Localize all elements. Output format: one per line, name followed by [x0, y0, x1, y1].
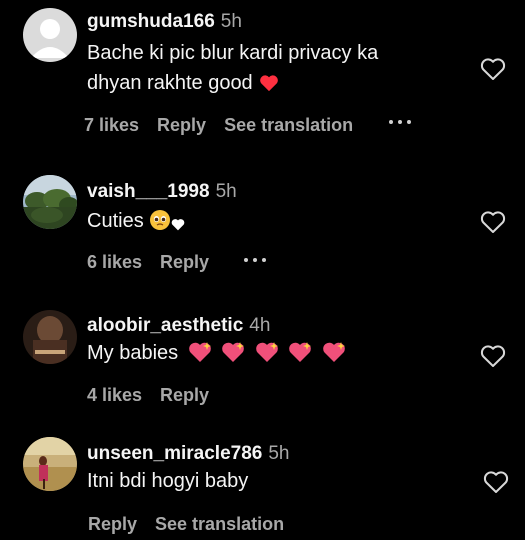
comment-header: vaish___1998 5h	[87, 181, 237, 203]
sparkling-heart-emoji	[288, 341, 312, 372]
sparkling-heart-emoji	[255, 341, 279, 372]
reply-button[interactable]: Reply	[160, 385, 209, 405]
avatar[interactable]	[23, 175, 77, 229]
sparkling-heart-emoji	[322, 341, 346, 372]
more-options-icon[interactable]	[389, 117, 417, 127]
timestamp[interactable]: 5h	[221, 11, 242, 32]
like-heart-icon[interactable]	[483, 470, 509, 494]
pleading-face-emoji	[149, 209, 171, 240]
poster-photo-icon	[23, 310, 77, 364]
likes-count[interactable]: 4 likes	[87, 385, 142, 405]
comment-text-line: Cuties	[87, 210, 144, 232]
white-heart-emoji	[171, 210, 185, 240]
like-heart-icon[interactable]	[480, 344, 506, 368]
comment-text: Bache ki pic blur kardi privacy ka dhyan…	[87, 38, 447, 101]
like-heart-icon[interactable]	[480, 57, 506, 81]
more-options-icon[interactable]	[244, 255, 272, 265]
comment-text-line: My babies	[87, 342, 179, 364]
comment-item: unseen_miracle786 5h Itni bdi hogyi baby …	[0, 432, 525, 540]
comment-text-line: dhyan rakhte good	[87, 72, 253, 94]
timestamp[interactable]: 4h	[249, 315, 270, 336]
avatar[interactable]	[23, 310, 77, 364]
comment-item: aloobir_aesthetic 4h My babies 4 likes Rep…	[0, 305, 525, 420]
see-translation-button[interactable]: See translation	[155, 514, 284, 534]
comment-text: Cuties	[87, 206, 447, 240]
reply-button[interactable]: Reply	[88, 514, 137, 534]
comment-actions: Reply See translation	[88, 514, 302, 535]
comment-text-line: Itni bdi hogyi baby	[87, 470, 249, 492]
timestamp[interactable]: 5h	[216, 181, 237, 202]
field-photo-icon	[23, 437, 77, 491]
comment-item: vaish___1998 5h Cuties 6 likes Reply	[0, 170, 525, 290]
comment-text: My babies	[87, 338, 447, 372]
username[interactable]: unseen_miracle786	[87, 443, 262, 464]
avatar[interactable]	[23, 437, 77, 491]
comment-item: gumshuda166 5h Bache ki pic blur kardi pr…	[0, 0, 525, 145]
comment-header: gumshuda166 5h	[87, 11, 242, 33]
comment-text: Itni bdi hogyi baby	[87, 466, 447, 496]
timestamp[interactable]: 5h	[268, 443, 289, 464]
likes-count[interactable]: 6 likes	[87, 252, 142, 272]
comment-header: aloobir_aesthetic 4h	[87, 315, 270, 337]
comment-text-line-with-emoji: dhyan rakhte good	[87, 68, 447, 101]
username[interactable]: vaish___1998	[87, 181, 210, 202]
avatar[interactable]	[23, 8, 77, 62]
reply-button[interactable]: Reply	[160, 252, 209, 272]
username[interactable]: aloobir_aesthetic	[87, 315, 243, 336]
comment-actions: 4 likes Reply	[87, 385, 227, 406]
username[interactable]: gumshuda166	[87, 11, 215, 32]
sparkling-heart-emoji	[221, 341, 245, 372]
comment-actions: 7 likes Reply See translation	[84, 115, 371, 136]
reply-button[interactable]: Reply	[157, 115, 206, 135]
comment-actions: 6 likes Reply	[87, 252, 227, 273]
default-avatar-icon	[23, 8, 77, 62]
comment-header: unseen_miracle786 5h	[87, 443, 289, 465]
like-heart-icon[interactable]	[480, 210, 506, 234]
see-translation-button[interactable]: See translation	[224, 115, 353, 135]
landscape-photo-icon	[23, 175, 77, 229]
sparkling-heart-emoji	[188, 341, 212, 372]
red-heart-emoji	[259, 71, 279, 101]
comment-text-line: Bache ki pic blur kardi privacy ka	[87, 42, 379, 64]
likes-count[interactable]: 7 likes	[84, 115, 139, 135]
